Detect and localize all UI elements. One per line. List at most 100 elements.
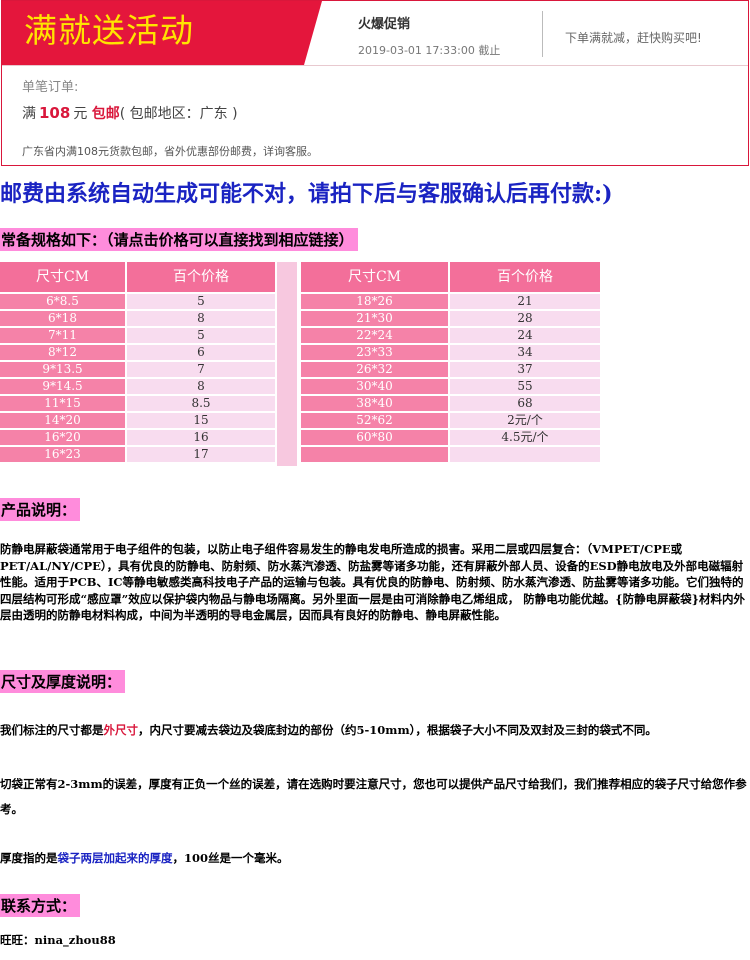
- table-row: 14*20 15: [0, 413, 275, 430]
- size-heading: 尺寸及厚度说明：: [0, 670, 126, 693]
- table-row: 16*23 17: [0, 447, 275, 464]
- shipping-region: ( 包邮地区：广东 ): [119, 106, 238, 122]
- table-row: 9*13.5 7: [0, 362, 275, 379]
- thickness-note: 厚度指的是袋子两层加起来的厚度，100丝是一个毫米。: [0, 850, 748, 867]
- promo-title-arrow: [304, 1, 322, 65]
- table-row: 38*40 68: [301, 396, 600, 413]
- price-link[interactable]: 8: [127, 379, 275, 396]
- price-link[interactable]: 5: [127, 294, 275, 311]
- table-row: 21*30 28: [301, 311, 600, 328]
- price-link[interactable]: 2元/个: [450, 413, 600, 430]
- price-header: 百个价格: [450, 262, 600, 294]
- contact-info: 旺旺：nina_zhou88: [0, 933, 116, 947]
- table-row: 7*11 5: [0, 328, 275, 345]
- price-link[interactable]: 5: [127, 328, 275, 345]
- product-description: 防静电屏蔽袋通常用于电子组件的包装，以防止电子组件容易发生的静电发电所造成的损害…: [0, 542, 746, 622]
- size-cell: [301, 447, 450, 464]
- size-cell: 16*23: [0, 447, 127, 464]
- size-cell: 6*8.5: [0, 294, 127, 311]
- price-link[interactable]: 68: [450, 396, 600, 413]
- table-row: 23*33 34: [301, 345, 600, 362]
- size-cell: 21*30: [301, 311, 450, 328]
- size-cell: 52*62: [301, 413, 450, 430]
- promo-slogan: 下单满就减，赶快购买吧!: [565, 31, 702, 45]
- promo-body: 单笔订单: 满 108 元 包邮( 包邮地区：广东 ) 广东省内满108元货款包邮，…: [22, 76, 318, 159]
- price-link[interactable]: 8.5: [127, 396, 275, 413]
- size-cell: 23*33: [301, 345, 450, 362]
- size-header: 尺寸CM: [0, 262, 127, 294]
- promo-banner: 满就送活动 火爆促销 2019-03-01 17:33:00 截止 下单满就减，…: [1, 0, 749, 166]
- price-link[interactable]: 55: [450, 379, 600, 396]
- spec-table-left: 尺寸CM 百个价格 6*8.5 5 6*18 8 7*11 5 8*12 6 9*13.5 7 9*…: [0, 262, 275, 464]
- contact-heading: 联系方式：: [0, 894, 81, 917]
- table-row: 60*80 4.5元/个: [301, 430, 600, 447]
- promo-title-bar: 满就送活动: [2, 1, 304, 65]
- size-cell: 60*80: [301, 430, 450, 447]
- table-row: 52*62 2元/个: [301, 413, 600, 430]
- table-row: 6*18 8: [0, 311, 275, 328]
- price-link[interactable]: 28: [450, 311, 600, 328]
- promo-note: 广东省内满108元货款包邮，省外优惠部份邮费，详询客服。: [22, 145, 318, 158]
- table-row: 22*24 24: [301, 328, 600, 345]
- thickness-note-c: ，100丝是一个毫米。: [172, 851, 289, 865]
- promo-separator: [2, 65, 748, 66]
- price-link[interactable]: 8: [127, 311, 275, 328]
- table-row: 30*40 55: [301, 379, 600, 396]
- spec-table-right: 尺寸CM 百个价格 18*26 21 21*30 28 22*24 24 23*33 34 26…: [301, 262, 600, 464]
- table-row: 11*15 8.5: [0, 396, 275, 413]
- size-cell: 16*20: [0, 430, 127, 447]
- thickness-note-a: 厚度指的是: [0, 851, 58, 865]
- size-cell: 22*24: [301, 328, 450, 345]
- size-cell: 6*18: [0, 311, 127, 328]
- size-header: 尺寸CM: [301, 262, 450, 294]
- order-amount: 108: [39, 104, 71, 122]
- price-link: [450, 447, 600, 464]
- size-cell: 7*11: [0, 328, 127, 345]
- size-cell: 8*12: [0, 345, 127, 362]
- size-note-1-a: 我们标注的尺寸都是: [0, 723, 104, 737]
- outer-size-highlight: 外尺寸: [103, 723, 139, 737]
- size-cell: 14*20: [0, 413, 127, 430]
- price-link[interactable]: 16: [127, 430, 275, 447]
- size-note-1-c: ，内尺寸要减去袋边及袋底封边的部份（约5-10mm），根据袋子大小不同及双封及三…: [138, 723, 657, 737]
- promo-label: 火爆促销: [358, 17, 411, 32]
- table-row: 16*20 16: [0, 430, 275, 447]
- promo-info: 火爆促销 2019-03-01 17:33:00 截止: [358, 16, 500, 58]
- spec-heading: 常备规格如下：（请点击价格可以直接找到相应链接）: [0, 228, 358, 251]
- order-prefix: 满: [22, 106, 36, 122]
- price-link[interactable]: 7: [127, 362, 275, 379]
- price-link[interactable]: 6: [127, 345, 275, 362]
- size-cell: 9*13.5: [0, 362, 127, 379]
- product-heading: 产品说明：: [0, 498, 81, 521]
- size-cell: 9*14.5: [0, 379, 127, 396]
- promo-deadline: 2019-03-01 17:33:00 截止: [358, 44, 501, 57]
- table-row: 6*8.5 5: [0, 294, 275, 311]
- size-cell: 38*40: [301, 396, 450, 413]
- price-header: 百个价格: [127, 262, 275, 294]
- table-gap: [275, 262, 299, 466]
- size-cell: 11*15: [0, 396, 127, 413]
- size-note-2: 切袋正常有2-3mm的误差，厚度有正负一个丝的误差，请在选购时要注意尺寸，您也可…: [0, 777, 747, 816]
- free-shipping-label: 包邮: [91, 106, 120, 122]
- order-condition: 满 108 元 包邮( 包邮地区：广东 ): [22, 103, 318, 123]
- size-cell: 18*26: [301, 294, 450, 311]
- table-row: [301, 447, 600, 464]
- price-link[interactable]: 4.5元/个: [450, 430, 600, 447]
- thickness-highlight: 袋子两层加起来的厚度: [57, 851, 173, 865]
- promo-title: 满就送活动: [24, 11, 194, 50]
- price-link[interactable]: 37: [450, 362, 600, 379]
- shipping-warning: 邮费由系统自动生成可能不对，请拍下后与客服确认后再付款:): [0, 181, 613, 207]
- table-row: 9*14.5 8: [0, 379, 275, 396]
- price-link[interactable]: 15: [127, 413, 275, 430]
- table-row: 8*12 6: [0, 345, 275, 362]
- order-unit: 元: [73, 106, 88, 122]
- price-link[interactable]: 17: [127, 447, 275, 464]
- price-link[interactable]: 34: [450, 345, 600, 362]
- size-note-1: 我们标注的尺寸都是外尺寸，内尺寸要减去袋边及袋底封边的部份（约5-10mm），根…: [0, 722, 748, 739]
- price-link[interactable]: 24: [450, 328, 600, 345]
- promo-divider: [542, 11, 543, 57]
- order-label: 单笔订单:: [22, 80, 79, 95]
- size-cell: 26*32: [301, 362, 450, 379]
- price-link[interactable]: 21: [450, 294, 600, 311]
- table-row: 26*32 37: [301, 362, 600, 379]
